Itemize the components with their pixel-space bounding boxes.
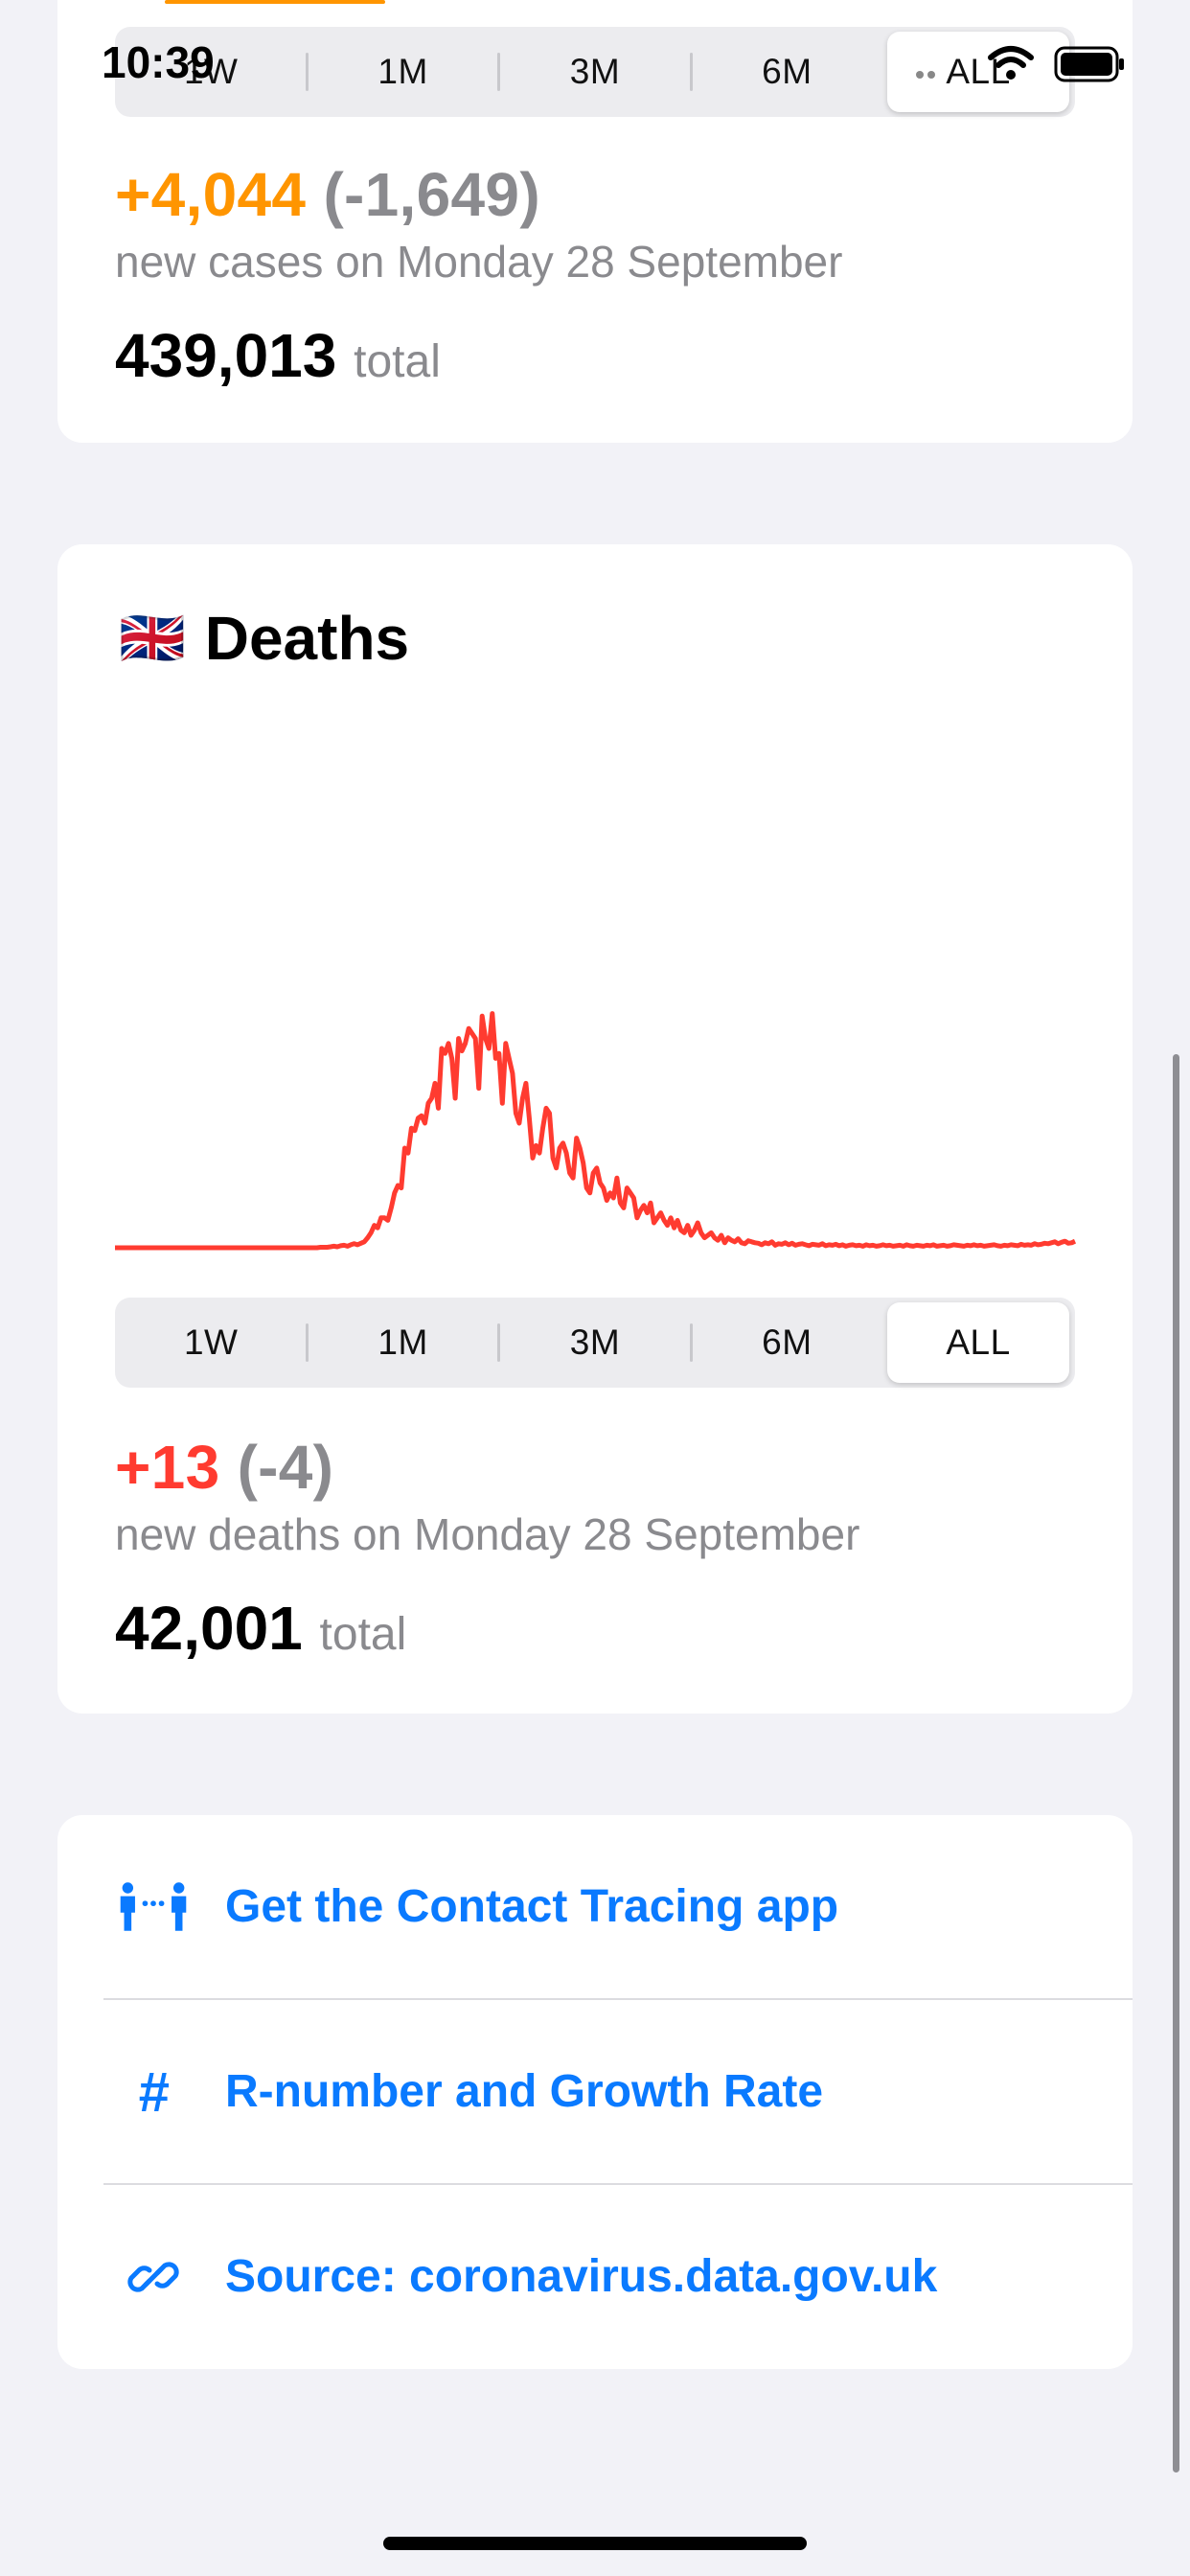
status-time: 10:39	[102, 37, 215, 87]
deaths-title: Deaths	[204, 604, 410, 673]
cases-new-line: +4,044 (-1,649)	[115, 159, 540, 230]
cases-caption: new cases on Monday 28 September	[115, 237, 843, 287]
battery-icon	[1054, 46, 1124, 82]
source-label: Source: coronavirus.data.gov.uk	[225, 2251, 938, 2302]
deaths-total-value: 42,001	[115, 1594, 303, 1663]
home-indicator	[383, 2537, 807, 2550]
deaths-range-control[interactable]: 1W 1M 3M 6M ALL	[115, 1298, 1075, 1388]
deaths-range-1m[interactable]: 1M	[307, 1298, 498, 1388]
deaths-chart	[115, 1011, 1077, 1251]
deaths-card: 🇬🇧 Deaths 1W 1M 3M 6M ALL +13 (-4) new d…	[57, 544, 1133, 1714]
deaths-total-unit: total	[319, 1609, 407, 1660]
deaths-range-3m[interactable]: 3M	[499, 1298, 691, 1388]
status-bar: 10:39	[0, 0, 1190, 134]
signal-icon	[916, 69, 945, 79]
links-card: Get the Contact Tracing app # R-number a…	[57, 1815, 1133, 2369]
deaths-range-6m[interactable]: 6M	[691, 1298, 882, 1388]
person-contact-icon	[115, 1878, 192, 1936]
deaths-new-value: +13	[115, 1433, 220, 1502]
source-link[interactable]: Source: coronavirus.data.gov.uk	[57, 2185, 1133, 2369]
deaths-new-line: +13 (-4)	[115, 1432, 333, 1503]
cases-change-value: (-1,649)	[323, 160, 540, 229]
r-number-link[interactable]: # R-number and Growth Rate	[57, 2000, 1133, 2184]
r-number-label: R-number and Growth Rate	[225, 2066, 824, 2117]
contact-tracing-link[interactable]: Get the Contact Tracing app	[57, 1815, 1133, 1999]
contact-tracing-label: Get the Contact Tracing app	[225, 1881, 839, 1932]
wifi-icon	[988, 46, 1034, 80]
deaths-total-line: 42,001 total	[115, 1593, 406, 1664]
scroll-indicator[interactable]	[1173, 1054, 1179, 2472]
deaths-header: 🇬🇧 Deaths	[119, 600, 409, 677]
hash-icon: #	[137, 2060, 170, 2124]
deaths-range-1w[interactable]: 1W	[115, 1298, 307, 1388]
uk-flag-icon: 🇬🇧	[119, 608, 186, 668]
link-icon	[115, 2248, 192, 2306]
cases-new-value: +4,044	[115, 160, 307, 229]
cases-total-value: 439,013	[115, 321, 337, 390]
cases-total-line: 439,013 total	[115, 320, 441, 391]
deaths-range-all[interactable]: ALL	[887, 1302, 1069, 1383]
deaths-change-value: (-4)	[237, 1433, 334, 1502]
cases-total-unit: total	[354, 336, 441, 387]
deaths-series-line	[115, 1011, 1077, 1251]
deaths-caption: new deaths on Monday 28 September	[115, 1509, 860, 1559]
